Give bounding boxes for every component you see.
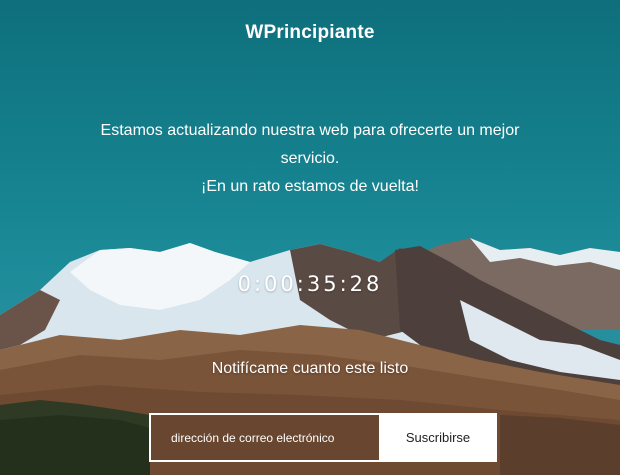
subscribe-form: Suscribirse <box>149 413 497 462</box>
countdown-timer: 0:00:35:28 <box>237 272 383 296</box>
maintenance-message-line: Estamos actualizando nuestra web para of… <box>100 122 520 167</box>
maintenance-message-return-line: ¡En un rato estamos de vuelta! <box>201 178 419 195</box>
subscribe-button[interactable]: Suscribirse <box>379 413 497 462</box>
notify-label: Notifícame cuanto este listo <box>211 360 409 377</box>
maintenance-page: WPrincipiante Estamos actualizando nuest… <box>0 0 620 475</box>
site-title: WPrincipiante <box>245 22 375 43</box>
content: WPrincipiante Estamos actualizando nuest… <box>0 0 620 475</box>
email-field[interactable] <box>149 413 379 462</box>
maintenance-message: Estamos actualizando nuestra web para of… <box>80 117 540 201</box>
